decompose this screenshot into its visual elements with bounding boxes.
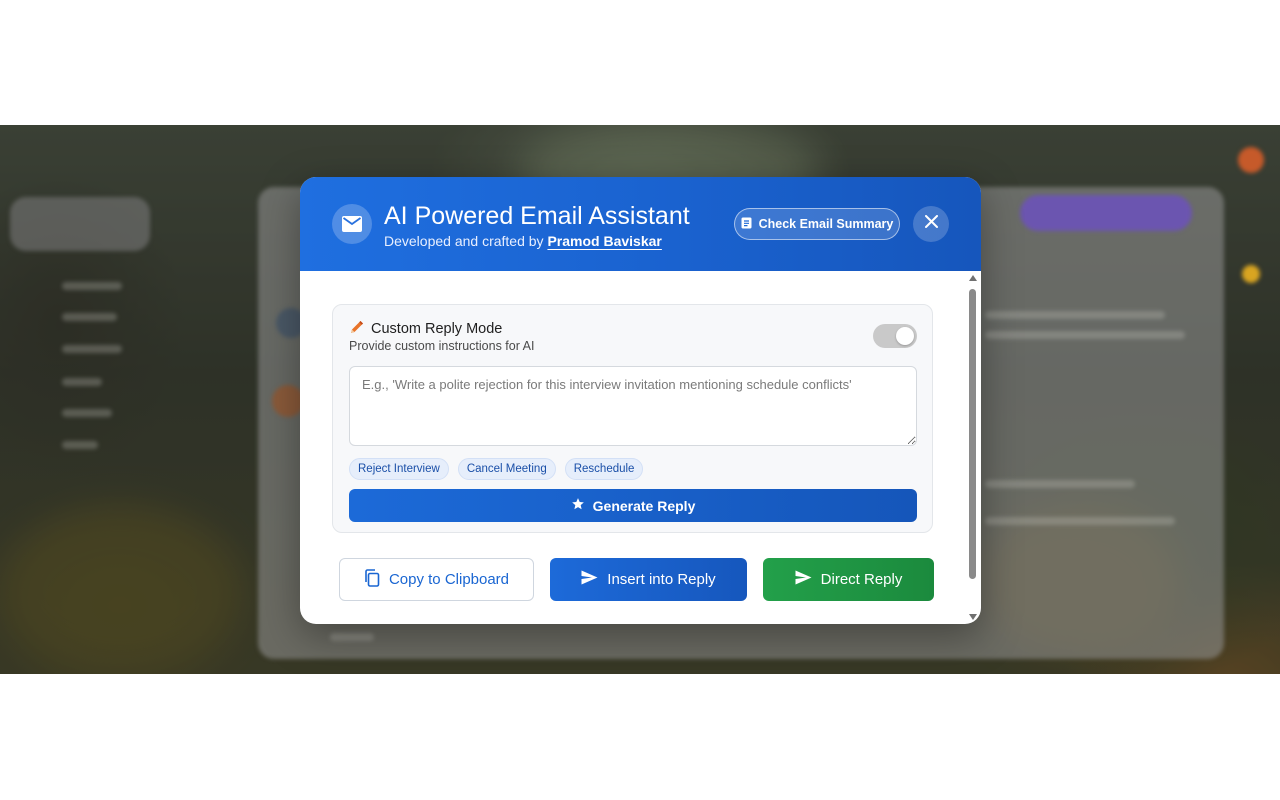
check-email-summary-button[interactable]: Check Email Summary [734,208,900,240]
quick-prompt-chips: Reject Interview Cancel Meeting Reschedu… [349,458,644,480]
copy-icon [364,568,380,591]
subtitle-prefix: Developed and crafted by [384,233,544,249]
copy-to-clipboard-label: Copy to Clipboard [388,571,510,588]
check-email-summary-label: Check Email Summary [758,217,894,231]
close-button[interactable] [913,206,949,242]
mail-icon [332,204,372,244]
insert-into-reply-label: Insert into Reply [607,571,716,588]
chip-reschedule[interactable]: Reschedule [564,458,644,480]
star-icon [571,497,585,514]
scroll-thumb[interactable] [969,289,976,579]
direct-reply-label: Direct Reply [820,571,903,588]
chip-reject-interview[interactable]: Reject Interview [349,458,449,480]
author-link[interactable]: Pramod Baviskar [547,233,661,249]
generate-reply-button[interactable]: Generate Reply [349,489,917,522]
insert-into-reply-button[interactable]: Insert into Reply [550,558,747,601]
direct-reply-button[interactable]: Direct Reply [763,558,934,601]
app-title: AI Powered Email Assistant [384,202,690,230]
custom-reply-description: Provide custom instructions for AI [349,339,535,353]
scroll-up-arrow-icon[interactable] [969,275,977,281]
modal-scrollbar[interactable] [966,271,980,624]
custom-reply-heading: Custom Reply Mode [349,319,502,339]
close-icon [924,215,938,233]
custom-instructions-input[interactable] [349,366,917,446]
document-icon [741,217,752,232]
send-icon [795,570,812,589]
toggle-knob [896,327,914,345]
app-subtitle: Developed and crafted by Pramod Baviskar [384,232,662,250]
pencil-icon [349,319,365,339]
generate-reply-label: Generate Reply [592,497,696,514]
send-icon [581,570,598,589]
copy-to-clipboard-button[interactable]: Copy to Clipboard [339,558,534,601]
custom-reply-toggle[interactable] [873,324,917,348]
modal-header: AI Powered Email Assistant Developed and… [300,177,981,271]
custom-reply-card: Custom Reply Mode Provide custom instruc… [332,304,933,533]
custom-reply-title: Custom Reply Mode [371,321,503,337]
scroll-down-arrow-icon[interactable] [969,614,977,620]
chip-cancel-meeting[interactable]: Cancel Meeting [457,458,556,480]
